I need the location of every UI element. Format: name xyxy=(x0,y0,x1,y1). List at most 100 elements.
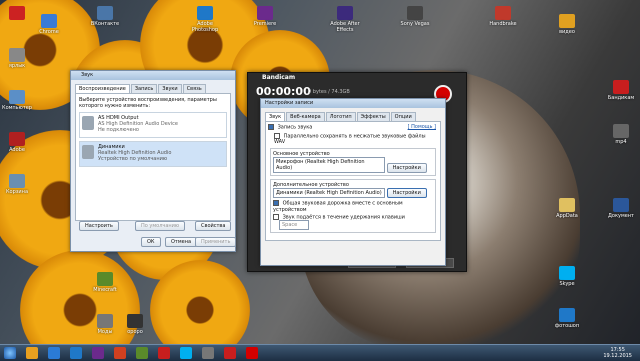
bandicam-title: Bandicam xyxy=(262,74,296,81)
record-sound-checkbox[interactable] xyxy=(268,124,274,130)
device-status: Устройство по умолчанию xyxy=(98,156,168,162)
taskbar-app-button[interactable] xyxy=(224,347,236,359)
desktop-icon-label: ВКонтакте xyxy=(90,21,120,27)
tab-effects[interactable]: Эффекты xyxy=(356,112,390,121)
desktop-icon[interactable]: Skype xyxy=(552,266,582,287)
app-icon xyxy=(9,48,25,62)
tab-sounds[interactable]: Звуки xyxy=(158,84,182,93)
app-icon xyxy=(613,80,629,94)
taskbar-app-button[interactable] xyxy=(70,347,82,359)
tab-logo[interactable]: Логотип xyxy=(325,112,356,121)
desktop-icon[interactable]: Chrome xyxy=(34,14,64,35)
main-configure-button[interactable]: Настройки xyxy=(386,163,427,173)
device-status: Не подключено xyxy=(98,127,139,133)
desktop-icon[interactable]: фотошоп xyxy=(552,308,582,329)
tab-playback[interactable]: Воспроизведение xyxy=(75,84,130,93)
desktop-icon[interactable]: Компьютер xyxy=(2,90,32,111)
taskbar-app-button[interactable] xyxy=(48,347,60,359)
main-device-select[interactable]: Микрофон (Realtek High Definition Audio) xyxy=(273,157,385,173)
desktop-icon[interactable]: видео xyxy=(552,14,582,35)
desktop-icon[interactable]: Корзина xyxy=(2,174,32,195)
desktop-icon[interactable]: ороро xyxy=(120,314,150,335)
desktop-icon-label: Моды xyxy=(97,329,113,335)
extra-device-group: Дополнительное устройство Динамики (Real… xyxy=(270,179,436,233)
desktop-icon[interactable]: AppData xyxy=(552,198,582,219)
playback-pane: Выберите устройство воспроизведения, пар… xyxy=(75,93,231,221)
start-button[interactable] xyxy=(4,347,16,359)
desktop-icon[interactable] xyxy=(2,6,32,21)
mix-label: Общая звуковая дорожка вместе с основным… xyxy=(273,200,403,213)
device-speakers[interactable]: Динамики Realtek High Definition Audio У… xyxy=(79,141,227,167)
tab-options[interactable]: Опции xyxy=(390,112,416,121)
taskbar-app-button[interactable] xyxy=(26,347,38,359)
extra-device-select[interactable]: Динамики (Realtek High Definition Audio) xyxy=(273,188,385,198)
desktop-icon-label: ярлык xyxy=(8,63,26,69)
desktop-icon[interactable]: Моды xyxy=(90,314,120,335)
configure-button[interactable]: Настроить xyxy=(79,221,119,231)
app-icon xyxy=(9,132,25,146)
desktop-icon-label: фотошоп xyxy=(554,323,580,329)
speaker-icon xyxy=(82,145,94,159)
app-icon xyxy=(197,6,213,20)
desktop-icon[interactable]: ВКонтакте xyxy=(90,6,120,27)
app-icon xyxy=(613,124,629,138)
app-icon xyxy=(257,6,273,20)
cancel-button[interactable]: Отмена xyxy=(165,237,198,247)
app-icon xyxy=(9,90,25,104)
sound-dialog: Звук Воспроизведение Запись Звуки Связь … xyxy=(70,70,237,252)
tab-communications[interactable]: Связь xyxy=(182,84,206,93)
parallel-wav-label: Параллельно сохранять в несжатые звуковы… xyxy=(274,133,426,145)
desktop-icon[interactable]: Sony Vegas xyxy=(400,6,430,27)
desktop-icon-label: Sony Vegas xyxy=(400,21,430,27)
recording-size: 0 bytes / 74.3GB xyxy=(308,89,350,95)
desktop-icon[interactable]: mp4 xyxy=(606,124,636,145)
desktop-icon-label: mp4 xyxy=(615,139,627,145)
desktop-icon[interactable]: Premiere xyxy=(250,6,280,27)
desktop-icon[interactable]: ярлык xyxy=(2,48,32,69)
desktop-icon-label: Premiere xyxy=(253,21,277,27)
help-link[interactable]: [ Помощь ] xyxy=(408,124,436,130)
app-icon xyxy=(559,308,575,322)
tab-sound[interactable]: Звук xyxy=(265,112,286,121)
desktop-icon[interactable]: Бандикам xyxy=(606,80,636,101)
hotkey-field[interactable]: Space xyxy=(279,220,309,230)
app-icon xyxy=(337,6,353,20)
taskbar-app-button[interactable] xyxy=(136,347,148,359)
desktop-icon[interactable]: Adobe Photoshop xyxy=(190,6,220,33)
settings-tabs: Звук Веб-камера Логотип Эффекты Опции xyxy=(265,112,441,121)
clock[interactable]: 17:55 19.12.2015 xyxy=(603,347,632,359)
desktop-icon[interactable]: Adobe After Effects xyxy=(330,6,360,33)
parallel-wav-checkbox[interactable] xyxy=(274,132,280,139)
record-sound-label: Запись звука xyxy=(277,124,313,131)
taskbar: 17:55 19.12.2015 xyxy=(0,344,640,361)
default-button[interactable]: По умолчанию xyxy=(135,221,186,231)
device-hdmi[interactable]: AS HDMI Output AS High Definition Audio … xyxy=(79,112,227,138)
hold-key-checkbox[interactable] xyxy=(273,213,279,220)
taskbar-app-button[interactable] xyxy=(202,347,214,359)
tab-webcam[interactable]: Веб-камера xyxy=(286,112,325,121)
desktop-icon-label: Adobe Photoshop xyxy=(191,21,219,33)
sound-dialog-title: Звук xyxy=(71,71,235,80)
extra-configure-button[interactable]: Настройки xyxy=(386,188,427,198)
apply-button[interactable]: Применить xyxy=(195,237,237,247)
app-icon xyxy=(495,6,511,20)
mix-checkbox[interactable] xyxy=(273,200,279,206)
taskbar-app-button[interactable] xyxy=(92,347,104,359)
taskbar-app-button[interactable] xyxy=(246,347,258,359)
ok-button[interactable]: ОК xyxy=(141,237,161,247)
desktop-icon-label: Бандикам xyxy=(607,95,635,101)
desktop-icon[interactable]: Adobe xyxy=(2,132,32,153)
tab-recording[interactable]: Запись xyxy=(130,84,158,93)
desktop-icon[interactable]: Handbrake xyxy=(488,6,518,27)
app-icon xyxy=(559,266,575,280)
desktop-icon[interactable]: Документ xyxy=(606,198,636,219)
app-icon xyxy=(97,272,113,286)
taskbar-app-button[interactable] xyxy=(114,347,126,359)
properties-button[interactable]: Свойства xyxy=(195,221,232,231)
sound-tabs: Воспроизведение Запись Звуки Связь xyxy=(75,84,231,93)
desktop-icon-label: Chrome xyxy=(39,29,59,35)
desktop-icon[interactable]: Minecraft xyxy=(90,272,120,293)
record-settings-dialog: Настройки записи Звук Веб-камера Логотип… xyxy=(260,98,446,266)
taskbar-app-button[interactable] xyxy=(158,347,170,359)
taskbar-app-button[interactable] xyxy=(180,347,192,359)
